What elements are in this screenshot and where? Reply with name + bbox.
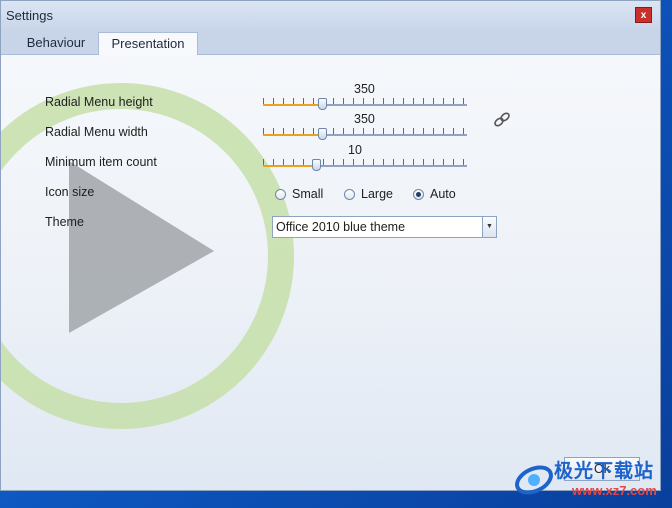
site-url-text: www.xz7.com bbox=[572, 483, 657, 498]
radial-width-label: Radial Menu width bbox=[45, 125, 148, 139]
radial-height-slider[interactable]: 350 bbox=[263, 82, 467, 112]
title-bar: Settings x bbox=[1, 1, 660, 30]
theme-dropdown-value: Office 2010 blue theme bbox=[276, 220, 406, 234]
radial-height-value: 350 bbox=[354, 82, 375, 96]
min-item-count-slider[interactable]: 10 bbox=[263, 143, 467, 173]
radial-height-thumb[interactable] bbox=[318, 98, 327, 110]
chevron-down-icon[interactable]: ▼ bbox=[482, 217, 496, 237]
icon-size-large-radio[interactable]: Large bbox=[344, 187, 393, 201]
settings-window: Settings x Behaviour Presentation Radial… bbox=[0, 0, 661, 491]
close-button[interactable]: x bbox=[635, 7, 652, 23]
site-watermark: 极光下载站 www.xz7.com bbox=[512, 456, 662, 502]
icon-size-auto-radio[interactable]: Auto bbox=[413, 187, 456, 201]
window-title: Settings bbox=[6, 8, 53, 23]
theme-dropdown[interactable]: Office 2010 blue theme ▼ bbox=[272, 216, 497, 238]
radio-small-dot[interactable] bbox=[275, 188, 286, 200]
theme-label: Theme bbox=[45, 215, 84, 229]
radio-auto-dot[interactable] bbox=[413, 188, 424, 200]
radial-height-label: Radial Menu height bbox=[45, 95, 153, 109]
radial-width-value: 350 bbox=[354, 112, 375, 126]
min-item-count-value: 10 bbox=[348, 143, 362, 157]
tab-strip: Behaviour Presentation bbox=[1, 30, 660, 55]
radial-width-thumb[interactable] bbox=[318, 128, 327, 140]
radio-large-dot[interactable] bbox=[344, 188, 355, 200]
min-item-count-label: Minimum item count bbox=[45, 155, 157, 169]
radial-width-slider[interactable]: 350 bbox=[263, 112, 467, 142]
icon-size-label: Icon size bbox=[45, 185, 95, 199]
play-watermark-icon bbox=[1, 83, 294, 429]
link-icon[interactable] bbox=[493, 112, 511, 128]
radio-small-label: Small bbox=[292, 187, 324, 201]
radio-auto-label: Auto bbox=[430, 187, 456, 201]
min-item-count-thumb[interactable] bbox=[312, 159, 321, 171]
site-logo-icon bbox=[515, 465, 553, 495]
site-brand-text: 极光下载站 bbox=[554, 461, 655, 482]
tab-behaviour[interactable]: Behaviour bbox=[16, 32, 96, 54]
icon-size-small-radio[interactable]: Small bbox=[275, 187, 323, 201]
tab-presentation[interactable]: Presentation bbox=[98, 32, 198, 55]
radio-large-label: Large bbox=[361, 187, 393, 201]
